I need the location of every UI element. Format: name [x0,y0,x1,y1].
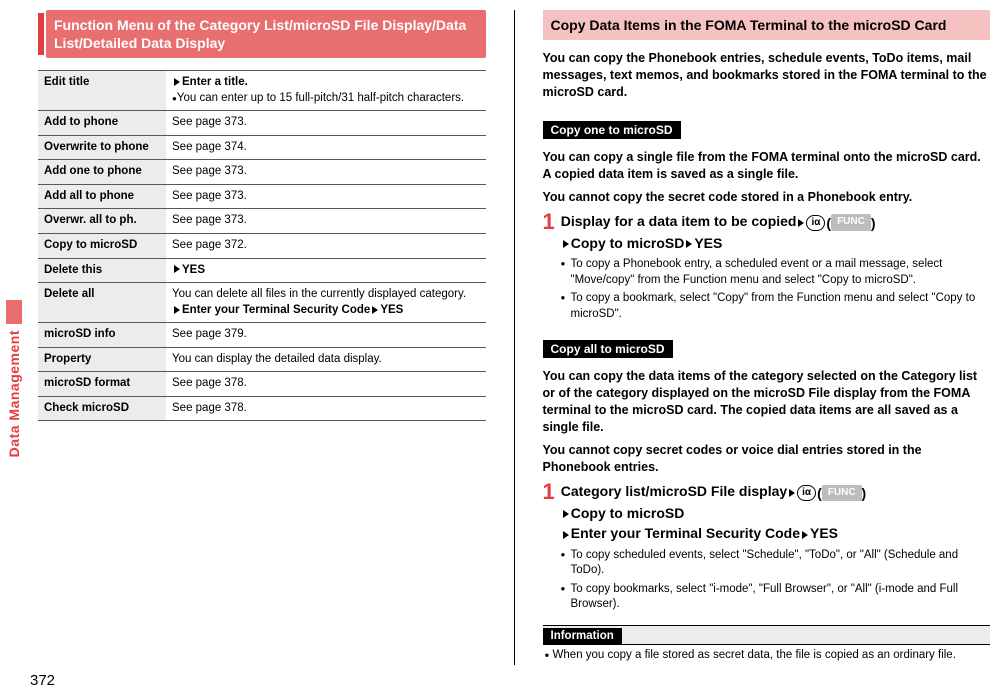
row-desc: You can delete all files in the currentl… [166,283,486,323]
arrow-icon [563,510,569,518]
right-lead: You can copy the Phonebook entries, sche… [543,50,991,101]
left-column: Function Menu of the Category List/micro… [14,10,486,665]
s2-para1: You can copy the data items of the categ… [543,368,991,436]
row-name: Property [38,347,166,372]
row-name: Edit title [38,71,166,111]
row-name: Delete all [38,283,166,323]
table-row: Add one to phoneSee page 373. [38,160,486,185]
table-row: Add to phoneSee page 373. [38,111,486,136]
arrow-icon [789,489,795,497]
s2-step-text: Category list/microSD File display iα(FUN… [561,481,866,543]
table-row: Copy to microSDSee page 372. [38,233,486,258]
func-label: FUNC [831,214,871,231]
row-name: microSD format [38,372,166,397]
oval-icon: iα [806,215,825,231]
row-name: microSD info [38,323,166,348]
information-bar: Information [543,625,991,645]
function-menu-table: Edit titleEnter a title.●You can enter u… [38,70,486,421]
step-number-1b: 1 [543,481,555,543]
table-row: Edit titleEnter a title.●You can enter u… [38,71,486,111]
list-item: To copy bookmarks, select "i-mode", "Ful… [561,582,991,613]
chip-copy-one: Copy one to microSD [543,121,681,139]
row-desc: Enter a title.●You can enter up to 15 fu… [166,71,486,111]
table-row: Overwr. all to ph.See page 373. [38,209,486,234]
s1-l1: Display for a data item to be copied [561,213,797,229]
row-desc: You can display the detailed data displa… [166,347,486,372]
side-tab: Data Management [4,300,24,480]
right-heading: Copy Data Items in the FOMA Terminal to … [543,10,991,40]
row-desc: See page 379. [166,323,486,348]
s1-bullets: To copy a Phonebook entry, a scheduled e… [543,257,991,322]
table-row: Add all to phoneSee page 373. [38,184,486,209]
row-name: Overwrite to phone [38,135,166,160]
information-title: Information [543,628,622,644]
s1-para1: You can copy a single file from the FOMA… [543,149,991,183]
row-name: Overwr. all to ph. [38,209,166,234]
s2-para2: You cannot copy secret codes or voice di… [543,442,991,476]
right-column: Copy Data Items in the FOMA Terminal to … [543,10,991,665]
side-tab-marker [6,300,22,324]
func-button-icon: iα(FUNC) [806,213,875,233]
row-desc: See page 373. [166,160,486,185]
arrow-icon [563,240,569,248]
func-label: FUNC [822,485,862,502]
s1-l2a: Copy to microSD [571,235,685,251]
row-desc: See page 378. [166,372,486,397]
table-row: Delete thisYES [38,258,486,283]
table-row: Delete allYou can delete all files in th… [38,283,486,323]
s1-para2: You cannot copy the secret code stored i… [543,189,991,206]
page-number: 372 [30,672,55,689]
s1-step: 1 Display for a data item to be copied iα… [543,211,991,253]
s2-l2: Copy to microSD [571,505,685,521]
list-item: To copy a Phonebook entry, a scheduled e… [561,257,991,288]
row-name: Copy to microSD [38,233,166,258]
table-row: Overwrite to phoneSee page 374. [38,135,486,160]
row-desc: See page 373. [166,209,486,234]
s2-step: 1 Category list/microSD File display iα(F… [543,481,991,543]
s2-l3a: Enter your Terminal Security Code [571,525,800,541]
s1-step-text: Display for a data item to be copied iα(F… [561,211,876,253]
row-name: Add to phone [38,111,166,136]
row-name: Check microSD [38,396,166,421]
table-row: Check microSDSee page 378. [38,396,486,421]
row-name: Add all to phone [38,184,166,209]
arrow-icon [798,219,804,227]
row-desc: YES [166,258,486,283]
list-item: To copy a bookmark, select "Copy" from t… [561,291,991,322]
list-item: To copy scheduled events, select "Schedu… [561,548,991,579]
row-desc: See page 378. [166,396,486,421]
table-row: microSD infoSee page 379. [38,323,486,348]
row-name: Add one to phone [38,160,166,185]
s2-l1: Category list/microSD File display [561,483,787,499]
oval-icon: iα [797,485,816,501]
left-heading: Function Menu of the Category List/micro… [46,10,486,58]
row-desc: See page 374. [166,135,486,160]
s1-l2b: YES [694,235,722,251]
table-row: microSD formatSee page 378. [38,372,486,397]
arrow-icon [802,531,808,539]
table-row: PropertyYou can display the detailed dat… [38,347,486,372]
chip-copy-all: Copy all to microSD [543,340,673,358]
row-name: Delete this [38,258,166,283]
s2-bullets: To copy scheduled events, select "Schedu… [543,548,991,613]
information-note: ● When you copy a file stored as secret … [543,645,991,665]
side-tab-label: Data Management [6,330,22,457]
step-number-1a: 1 [543,211,555,253]
arrow-icon [686,240,692,248]
func-button-icon: iα(FUNC) [797,483,866,503]
row-desc: See page 372. [166,233,486,258]
row-desc: See page 373. [166,184,486,209]
column-divider [514,10,515,665]
row-desc: See page 373. [166,111,486,136]
arrow-icon [563,531,569,539]
s2-l3b: YES [810,525,838,541]
info-note-text: When you copy a file stored as secret da… [553,649,956,661]
